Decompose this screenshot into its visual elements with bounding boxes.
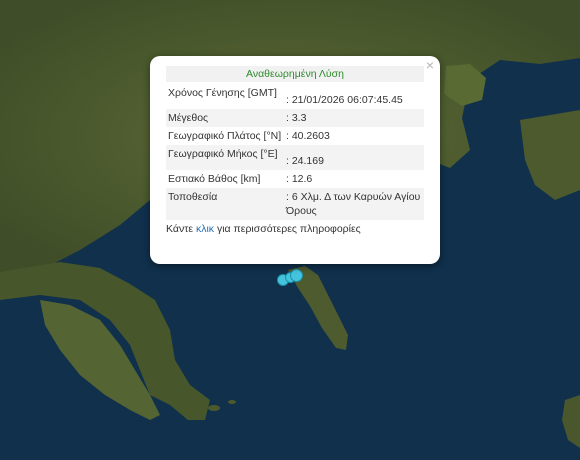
row-value: : 21/01/2026 06:07:45.45 [286, 94, 403, 106]
more-info-link[interactable]: κλικ [196, 223, 214, 235]
row-value: : 40.2603 [286, 130, 330, 142]
more-info-line: Κάντε κλικ για περισσότερες πληροφορίες [166, 223, 424, 235]
satellite-map[interactable]: × Αναθεωρημένη Λύση Χρόνος Γένησης [GMT]… [0, 0, 580, 460]
more-info-suffix: για περισσότερες πληροφορίες [216, 223, 361, 235]
table-row: Γεωγραφικό Πλάτος [°N] : 40.2603 [166, 127, 424, 145]
more-info-prefix: Κάντε [166, 223, 194, 235]
row-key: Γεωγραφικό Μήκος [°E] [166, 145, 284, 170]
row-value: : 12.6 [286, 173, 313, 185]
row-value: : 3.3 [284, 109, 424, 127]
earthquake-info-popup: × Αναθεωρημένη Λύση Χρόνος Γένησης [GMT]… [150, 56, 440, 264]
table-row: Εστιακό Βάθος [km] : 12.6 [166, 170, 424, 188]
row-key: Εστιακό Βάθος [km] [168, 173, 261, 185]
table-row: Μέγεθος : 3.3 [166, 109, 424, 127]
table-row: Γεωγραφικό Μήκος [°E] : 24.169 [166, 145, 424, 170]
row-value: : 6 Χλμ. Δ των Καρυών Αγίου Όρους [284, 188, 424, 220]
row-key: Τοποθεσία [166, 188, 284, 220]
earthquake-marker[interactable] [290, 269, 303, 282]
row-value: : 24.169 [284, 145, 424, 170]
table-row: Τοποθεσία : 6 Χλμ. Δ των Καρυών Αγίου Όρ… [166, 188, 424, 220]
table-row: Χρόνος Γένησης [GMT] : 21/01/2026 06:07:… [166, 84, 424, 109]
close-icon[interactable]: × [426, 58, 434, 72]
row-key: Μέγεθος [166, 109, 284, 127]
info-table: Χρόνος Γένησης [GMT] : 21/01/2026 06:07:… [166, 84, 424, 220]
row-key: Γεωγραφικό Πλάτος [°N] [168, 130, 282, 142]
row-key: Χρόνος Γένησης [GMT] [168, 87, 277, 99]
popup-title: Αναθεωρημένη Λύση [166, 66, 424, 82]
